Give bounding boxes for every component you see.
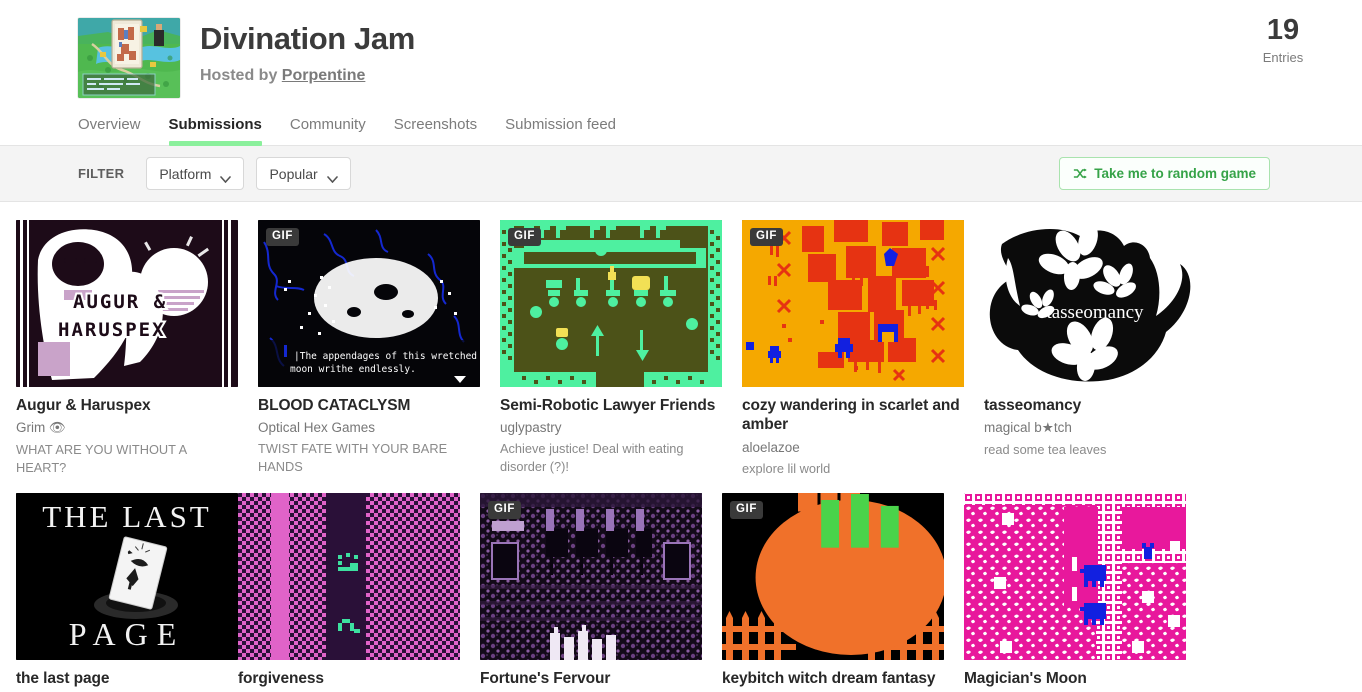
jam-head-text: Divination Jam Hosted by Porpentine — [200, 18, 415, 85]
tasseomancy-thumb-icon: tasseomancy — [984, 220, 1206, 387]
gif-badge: GIF — [488, 501, 521, 519]
sort-select[interactable]: Popular — [256, 157, 351, 190]
jam-header: Divination Jam Hosted by Porpentine 19 E… — [0, 0, 1362, 104]
game-thumbnail[interactable]: GIF — [742, 220, 964, 387]
game-card[interactable]: THE LAST PAGE the last page — [16, 493, 238, 692]
submissions-grid: AUGUR & HARUSPEX Augur & Haruspex Grim 👁… — [0, 202, 1346, 692]
gif-badge: GIF — [508, 228, 541, 246]
filter-bar: FILTER Platform Popular Take me to rando… — [0, 146, 1362, 202]
game-title[interactable]: keybitch witch dream fantasy — [722, 669, 944, 688]
gif-badge: GIF — [730, 501, 763, 519]
platform-select[interactable]: Platform — [146, 157, 245, 190]
gif-badge: GIF — [750, 228, 783, 246]
hosted-by-label: Hosted by — [200, 67, 282, 85]
game-thumbnail[interactable]: tasseomancy — [984, 220, 1206, 387]
game-card[interactable]: GIF — [480, 493, 702, 692]
random-game-label: Take me to random game — [1094, 166, 1256, 181]
game-author[interactable]: uglypastry — [500, 420, 722, 435]
game-author[interactable]: Grim 👁 — [16, 420, 238, 436]
tab-screenshots[interactable]: Screenshots — [394, 116, 477, 145]
tab-submission-feed[interactable]: Submission feed — [505, 116, 616, 145]
game-thumbnail[interactable]: GIF — [722, 493, 944, 661]
gif-badge: GIF — [266, 228, 299, 246]
game-card[interactable]: GIF — [258, 220, 480, 477]
jam-cover-image[interactable] — [78, 18, 180, 98]
game-author[interactable]: magical b★tch — [984, 420, 1206, 436]
game-card[interactable]: GIF — [742, 220, 964, 477]
game-title[interactable]: cozy wandering in scarlet and amber — [742, 396, 964, 435]
entries-count: 19 — [1266, 14, 1300, 46]
platform-select-value: Platform — [159, 165, 212, 182]
svg-text:PAGE: PAGE — [69, 616, 186, 652]
game-thumbnail[interactable] — [238, 493, 460, 661]
game-card[interactable]: tasseomancy tasseomancy magical b★tch re… — [984, 220, 1206, 477]
jam-tabbar: Overview Submissions Community Screensho… — [0, 104, 1362, 146]
svg-text:THE LAST: THE LAST — [42, 499, 212, 534]
chevron-down-icon — [326, 170, 338, 184]
game-thumbnail[interactable]: GIF — [258, 220, 480, 387]
page-title: Divination Jam — [200, 21, 415, 56]
game-card[interactable]: GIF — [722, 493, 944, 692]
game-title[interactable]: forgiveness — [238, 669, 460, 688]
shuffle-icon — [1073, 168, 1087, 179]
game-card[interactable]: AUGUR & HARUSPEX Augur & Haruspex Grim 👁… — [16, 220, 238, 477]
filter-label: FILTER — [78, 166, 125, 181]
forgiveness-thumb-icon — [238, 493, 460, 661]
chevron-down-icon — [220, 170, 232, 184]
random-game-button[interactable]: Take me to random game — [1059, 157, 1270, 190]
game-card[interactable]: forgiveness — [238, 493, 460, 692]
game-description: WHAT ARE YOU WITHOUT A HEART? — [16, 442, 187, 475]
magicians-moon-thumb-icon — [964, 493, 1186, 661]
tab-submissions[interactable]: Submissions — [168, 116, 263, 146]
svg-text:tasseomancy: tasseomancy — [1046, 302, 1144, 323]
game-title[interactable]: Semi-Robotic Lawyer Friends — [500, 396, 722, 415]
game-thumbnail[interactable]: GIF — [500, 220, 722, 387]
entries-stat: 19 Entries — [1228, 14, 1338, 66]
game-description: TWIST FATE WITH YOUR BARE HANDS — [258, 441, 448, 474]
svg-text:|The appendages of this wretch: |The appendages of this wretched — [294, 351, 477, 362]
game-title[interactable]: tasseomancy — [984, 396, 1206, 415]
jam-host: Hosted by Porpentine — [200, 67, 415, 85]
game-thumbnail[interactable]: GIF — [480, 493, 702, 661]
game-thumbnail[interactable]: THE LAST PAGE — [16, 493, 238, 661]
entries-label: Entries — [1262, 50, 1304, 65]
tab-community[interactable]: Community — [290, 116, 366, 145]
svg-text:AUGUR &: AUGUR & — [73, 291, 167, 313]
game-title[interactable]: the last page — [16, 669, 238, 688]
host-link[interactable]: Porpentine — [282, 67, 366, 84]
the-last-page-thumb-icon: THE LAST PAGE — [16, 493, 238, 661]
game-title[interactable]: Magician's Moon — [964, 669, 1186, 688]
tab-overview[interactable]: Overview — [78, 116, 141, 145]
game-card[interactable]: GIF — [500, 220, 722, 477]
game-title[interactable]: Augur & Haruspex — [16, 396, 238, 415]
game-description: explore lil world — [742, 460, 831, 476]
jam-cover-tarot-map-icon — [78, 18, 180, 98]
game-author[interactable]: aloelazoe — [742, 440, 964, 455]
augur-haruspex-thumb-icon: AUGUR & HARUSPEX — [16, 220, 238, 387]
game-author[interactable]: Optical Hex Games — [258, 420, 480, 435]
game-card[interactable]: Magician's Moon — [964, 493, 1186, 692]
game-thumbnail[interactable]: AUGUR & HARUSPEX — [16, 220, 238, 387]
game-title[interactable]: Fortune's Fervour — [480, 669, 702, 688]
game-description: read some tea leaves — [984, 442, 1107, 458]
svg-text:HARUSPEX: HARUSPEX — [58, 319, 166, 341]
game-title[interactable]: BLOOD CATACLYSM — [258, 396, 480, 415]
sort-select-value: Popular — [269, 165, 318, 182]
svg-text:moon writhe endlessly.: moon writhe endlessly. — [290, 364, 416, 375]
game-description: Achieve justice! Deal with eating disord… — [500, 441, 684, 474]
game-thumbnail[interactable] — [964, 493, 1186, 661]
